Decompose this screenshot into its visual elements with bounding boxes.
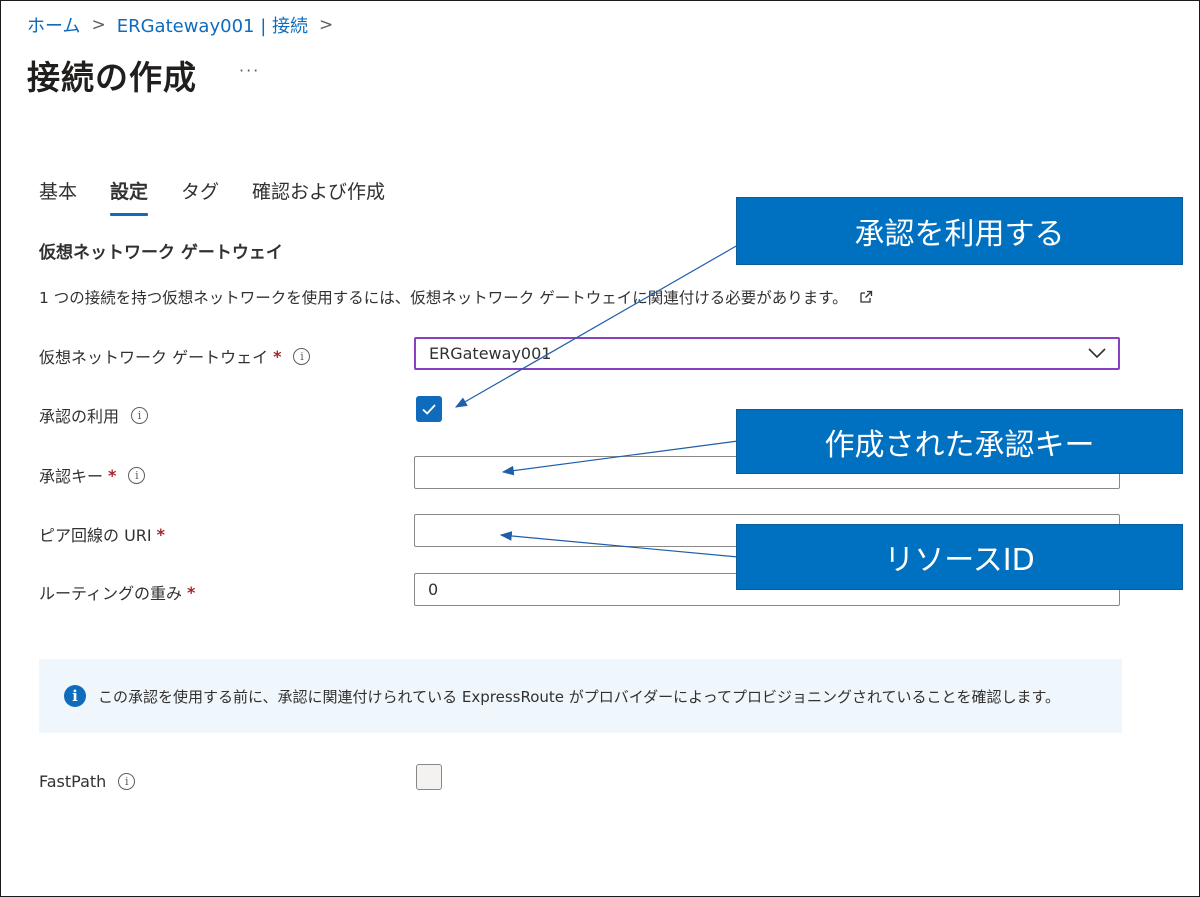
callout-created-key-text: 作成された承認キー (824, 427, 1095, 463)
callout-resource-id: リソースID (736, 524, 1183, 590)
arrow-created-key (501, 440, 739, 476)
callout-created-key: 作成された承認キー (736, 409, 1183, 474)
callout-use-authorization: 承認を利用する (736, 197, 1183, 265)
arrow-resource-id (499, 531, 739, 558)
window: ホーム > ERGateway001 | 接続 > 接続の作成 ··· 基本 設… (0, 0, 1200, 897)
callout-use-authorization-text: 承認を利用する (854, 217, 1065, 252)
callout-resource-id-text: リソースID (884, 543, 1035, 578)
arrow-use-authorization (454, 244, 739, 408)
